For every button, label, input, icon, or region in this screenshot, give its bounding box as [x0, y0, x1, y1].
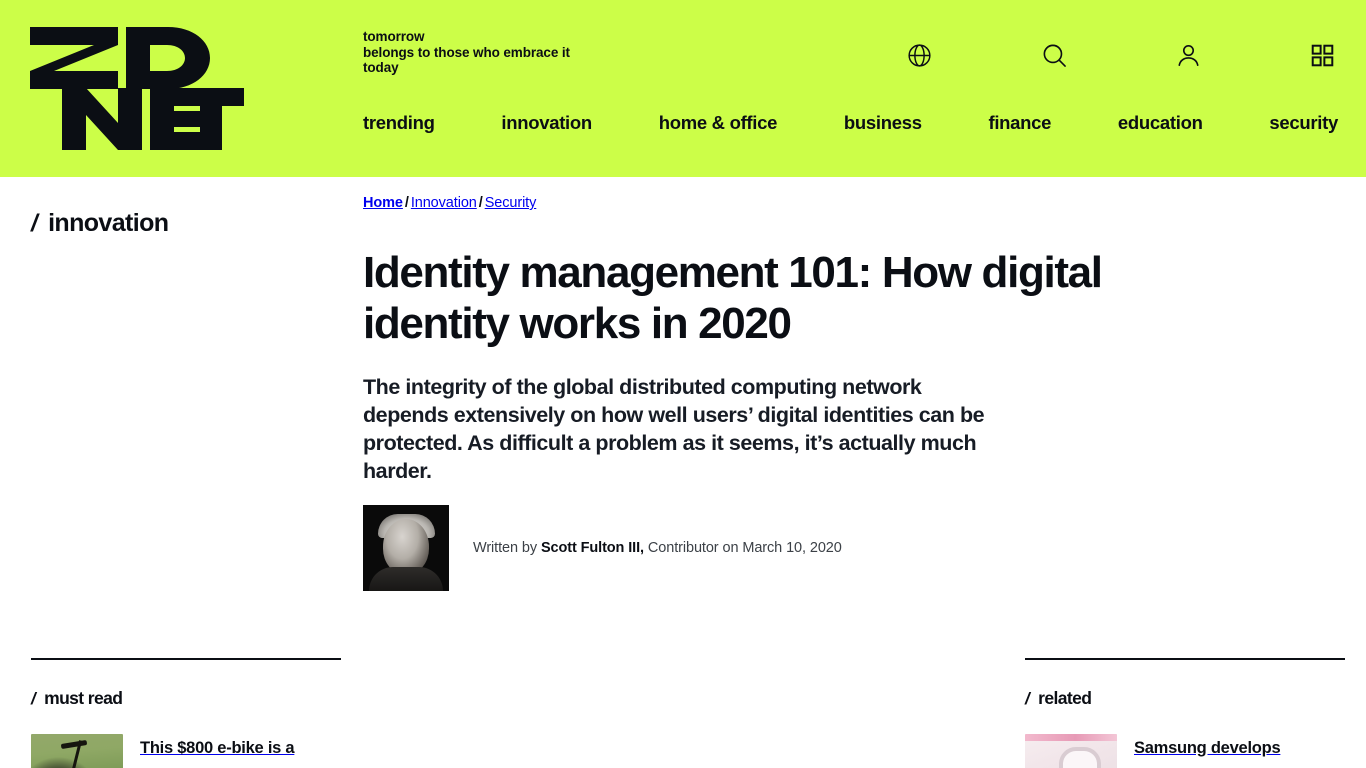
byline: Written by Scott Fulton III, Contributor… — [363, 505, 842, 591]
section-kicker-innovation: / innovation — [31, 209, 169, 238]
avatar-body — [369, 567, 443, 591]
page-body: / innovation / must read This $800 e-bik… — [0, 177, 1366, 768]
byline-date-prefix: on — [722, 540, 739, 556]
byline-text: Written by Scott Fulton III, Contributor… — [473, 540, 842, 556]
related-headline: Samsung develops — [1134, 739, 1281, 757]
article-deck: The integrity of the global distributed … — [363, 375, 985, 483]
byline-prefix: Written by — [473, 540, 538, 556]
nav-item-home-office[interactable]: home & office — [659, 112, 778, 134]
nav-item-innovation[interactable]: innovation — [501, 112, 592, 134]
must-read-heading: / must read — [31, 688, 123, 709]
related-list-item[interactable]: Samsung develops — [1025, 734, 1355, 768]
kicker-slash: / — [31, 210, 38, 237]
nav-item-business[interactable]: business — [844, 112, 922, 134]
header-icon-group — [890, 38, 1340, 72]
left-sidebar: / innovation / must read This $800 e-bik… — [0, 177, 363, 768]
must-read-label: must read — [44, 688, 123, 708]
breadcrumb-separator: / — [404, 195, 409, 211]
zdnet-logo-icon — [30, 27, 244, 150]
must-read-list-item[interactable]: This $800 e-bike is a — [31, 734, 343, 768]
breadcrumb-item-security[interactable]: Security — [485, 195, 537, 211]
main-navigation: trending innovation home & office busine… — [363, 112, 1338, 134]
article-column: Home / Innovation / Security Identity manage… — [363, 177, 1103, 768]
breadcrumb-item-innovation[interactable]: Innovation — [411, 195, 477, 211]
byline-role: Contributor — [647, 540, 719, 556]
related-heading: / related — [1025, 688, 1092, 709]
grid-icon[interactable] — [1305, 38, 1339, 72]
kicker-label: innovation — [48, 209, 169, 237]
nav-item-security[interactable]: security — [1269, 112, 1338, 134]
ebike-thumbnail-icon — [31, 734, 123, 768]
nav-item-trending[interactable]: trending — [363, 112, 435, 134]
byline-date: March 10, 2020 — [742, 540, 842, 556]
nav-item-education[interactable]: education — [1118, 112, 1203, 134]
breadcrumb: Home / Innovation / Security — [363, 195, 536, 211]
nav-item-finance[interactable]: finance — [988, 112, 1051, 134]
right-sidebar: / related Samsung develops — [1020, 177, 1366, 768]
left-rail-divider — [31, 658, 341, 660]
breadcrumb-separator: / — [478, 195, 483, 211]
related-label: related — [1038, 688, 1092, 708]
right-rail-divider — [1025, 658, 1345, 660]
user-icon[interactable] — [1171, 38, 1205, 72]
samsung-thumbnail-icon — [1025, 734, 1117, 768]
must-read-slash: / — [31, 689, 36, 708]
breadcrumb-item-home[interactable]: Home — [363, 195, 403, 211]
search-icon[interactable] — [1037, 38, 1071, 72]
byline-author[interactable]: Scott Fulton III, — [541, 540, 644, 556]
zdnet-logo[interactable] — [30, 27, 244, 150]
globe-icon[interactable] — [902, 38, 936, 72]
must-read-headline: This $800 e-bike is a — [140, 739, 295, 757]
related-slash: / — [1025, 689, 1030, 708]
site-header: tomorrow belongs to those who embrace it… — [0, 0, 1366, 177]
avatar[interactable] — [363, 505, 449, 591]
site-tagline: tomorrow belongs to those who embrace it… — [363, 29, 570, 76]
avatar-face — [383, 519, 429, 574]
